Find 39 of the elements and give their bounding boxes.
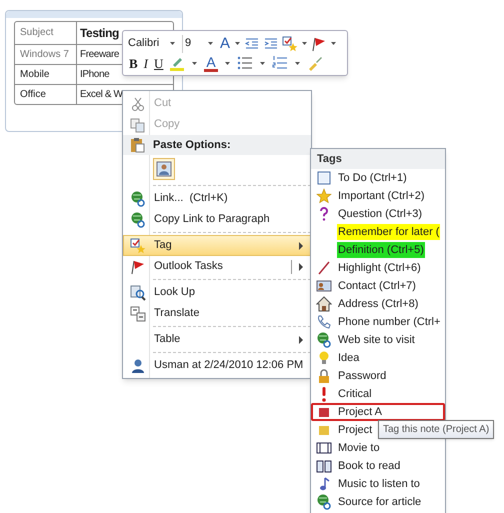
tag-label: Remember for later ( <box>337 224 440 240</box>
tag-label: Definition (Ctrl+5) <box>337 242 425 258</box>
table-cell: Office <box>20 89 46 100</box>
tag-label: Phone number (Ctrl+ <box>337 314 442 330</box>
tag-label: Critical <box>337 386 373 402</box>
submenu-title: Tags <box>317 152 342 167</box>
tag-label: To Do (Ctrl+1) <box>337 170 408 186</box>
table-cell: Mobile <box>20 69 50 80</box>
menu-item-label: Look Up <box>154 285 196 300</box>
menu-item-label: Copy <box>154 117 181 132</box>
menu-item-label: Copy Link to Paragraph <box>154 212 271 228</box>
menu-item-label: Outlook Tasks <box>154 259 224 274</box>
tag-label: Idea <box>337 350 360 366</box>
tag-label: Highlight (Ctrl+6) <box>337 260 422 276</box>
tag-label: Project A <box>337 404 384 420</box>
menu-item-label: Tag <box>154 238 173 254</box>
table-cell: IPhone <box>80 69 110 80</box>
tag-label: Project <box>337 422 374 438</box>
tag-label: Question (Ctrl+3) <box>337 206 424 222</box>
tag-label: Address (Ctrl+8) <box>337 296 420 312</box>
tooltip: Tag this note (Project A) <box>378 420 494 439</box>
tag-label: Source for article <box>337 494 422 510</box>
table-cell: Subject <box>20 27 54 38</box>
table-cell: Testing <box>80 26 119 40</box>
menu-item-label: Cut <box>154 96 172 112</box>
menu-item-label: Link... (Ctrl+K) <box>154 191 229 206</box>
tag-label: Password <box>337 368 388 384</box>
tag-label: Movie to <box>337 440 381 456</box>
table-cell: Windows 7 <box>20 49 69 60</box>
menu-item-label: Usman at 2/24/2010 12:06 PM <box>154 358 304 374</box>
tag-label: Contact (Ctrl+7) <box>337 278 417 294</box>
menu-section-title: Paste Options: <box>153 138 231 153</box>
tag-label: Book to read <box>337 458 402 474</box>
table-cell: Freeware <box>80 49 120 60</box>
tag-label: Music to listen to <box>337 476 421 492</box>
tag-label: Important (Ctrl+2) <box>337 188 426 204</box>
menu-item-label: Table <box>154 332 182 348</box>
tag-label: Web site to visit <box>337 332 416 348</box>
menu-item-label: Translate <box>154 306 200 322</box>
